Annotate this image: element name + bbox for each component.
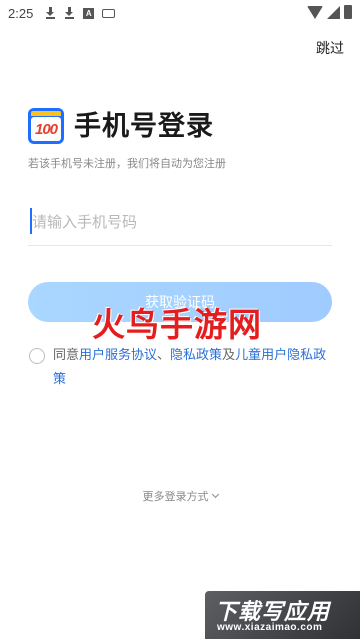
skip-button[interactable]: 跳过 (316, 38, 344, 58)
status-system-icons (307, 5, 352, 19)
keyboard-icon (102, 8, 116, 18)
status-bar: 2:25 A (0, 0, 360, 26)
more-login-options[interactable]: 更多登录方式 (0, 488, 360, 504)
phone-input-container (28, 204, 332, 246)
agreement-text: 同意用户服务协议、隐私政策及儿童用户隐私政策 (53, 344, 338, 392)
battery-icon (344, 5, 352, 19)
chevron-down-icon (211, 490, 219, 499)
a-notification-icon: A (83, 7, 95, 19)
signal-icon (327, 5, 340, 19)
privacy-policy-link[interactable]: 隐私政策 (170, 348, 222, 363)
page-subtitle: 若该手机号未注册，我们将自动为您注册 (28, 157, 226, 170)
agreement-prefix: 同意 (53, 348, 80, 363)
logo-text: 100 (31, 117, 61, 141)
watermark-bottom-url: www.xiazaimao.com (217, 622, 323, 633)
more-login-label: 更多登录方式 (142, 490, 209, 503)
watermark-center: 火鸟手游网 (92, 305, 262, 344)
agreement-checkbox[interactable] (29, 348, 45, 364)
wifi-icon (307, 5, 323, 19)
agreement-separator: 、 (157, 348, 171, 363)
watermark-bottom: 下载写应用 www.xiazaimao.com (205, 591, 360, 639)
page-title: 手机号登录 (74, 111, 214, 142)
phone-input[interactable] (32, 208, 328, 236)
agreement-conjunction: 及 (222, 348, 236, 363)
status-time: 2:25 (8, 5, 34, 21)
logo-tab (31, 111, 61, 116)
download-icon (45, 7, 56, 19)
download-icon (64, 7, 75, 19)
user-agreement-link[interactable]: 用户服务协议 (79, 348, 157, 363)
app-logo: 100 (28, 108, 64, 144)
status-notification-icons: A (45, 7, 116, 19)
